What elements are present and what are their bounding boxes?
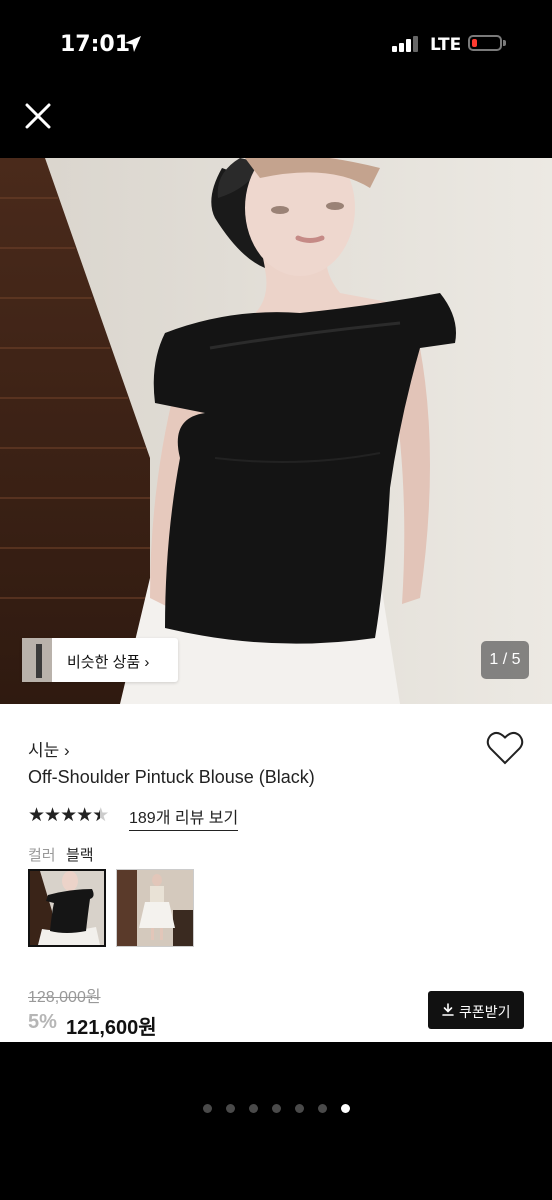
page-dot[interactable] bbox=[295, 1104, 304, 1113]
page-dot[interactable] bbox=[318, 1104, 327, 1113]
color-value: 블랙 bbox=[66, 847, 94, 864]
signal-icon bbox=[392, 36, 418, 52]
location-arrow-icon bbox=[125, 36, 141, 52]
original-price: 128,000원 bbox=[28, 989, 101, 1006]
page-dot[interactable] bbox=[249, 1104, 258, 1113]
color-option-black[interactable] bbox=[28, 869, 106, 947]
star-icon: ★ bbox=[76, 805, 93, 826]
half-star-icon: ★★ bbox=[92, 805, 109, 826]
brand-link[interactable]: 시눈 › bbox=[28, 736, 70, 761]
battery-icon bbox=[468, 35, 502, 51]
battery-tip bbox=[503, 40, 506, 46]
similar-products-button[interactable]: 비슷한 상품 › bbox=[22, 638, 178, 682]
coupon-label: 쿠폰받기 bbox=[459, 1004, 511, 1020]
color-option-white[interactable] bbox=[116, 869, 194, 947]
star-icon: ★ bbox=[60, 805, 77, 826]
discount-rate: 5% bbox=[28, 1011, 57, 1033]
image-counter: 1 / 5 bbox=[481, 641, 529, 679]
star-icon: ★ bbox=[44, 805, 61, 826]
similar-product-thumbnail bbox=[22, 638, 52, 682]
product-info-panel: 시눈 › Off-Shoulder Pintuck Blouse (Black)… bbox=[0, 704, 552, 1042]
status-bar: 17:01 LTE bbox=[0, 0, 552, 90]
network-label: LTE bbox=[430, 35, 462, 55]
star-rating: ★★★★★★ bbox=[28, 804, 109, 827]
heart-icon[interactable] bbox=[486, 730, 524, 766]
download-icon bbox=[442, 1003, 454, 1016]
product-image bbox=[0, 158, 552, 704]
page-dot-active[interactable] bbox=[341, 1104, 350, 1113]
similar-products-label: 비슷한 상품 › bbox=[67, 654, 150, 671]
close-icon[interactable] bbox=[24, 102, 52, 130]
page-dot[interactable] bbox=[272, 1104, 281, 1113]
reviews-link[interactable]: 189개 리뷰 보기 bbox=[129, 804, 239, 831]
color-label: 컬러 bbox=[28, 847, 56, 864]
product-photo[interactable] bbox=[0, 158, 552, 704]
star-icon: ★ bbox=[28, 805, 45, 826]
product-name: Off-Shoulder Pintuck Blouse (Black) bbox=[28, 767, 315, 787]
page-dot[interactable] bbox=[203, 1104, 212, 1113]
page-dot[interactable] bbox=[226, 1104, 235, 1113]
sale-price: 121,600원 bbox=[66, 1017, 157, 1039]
status-time: 17:01 bbox=[60, 32, 131, 57]
coupon-button[interactable]: 쿠폰받기 bbox=[428, 991, 524, 1029]
